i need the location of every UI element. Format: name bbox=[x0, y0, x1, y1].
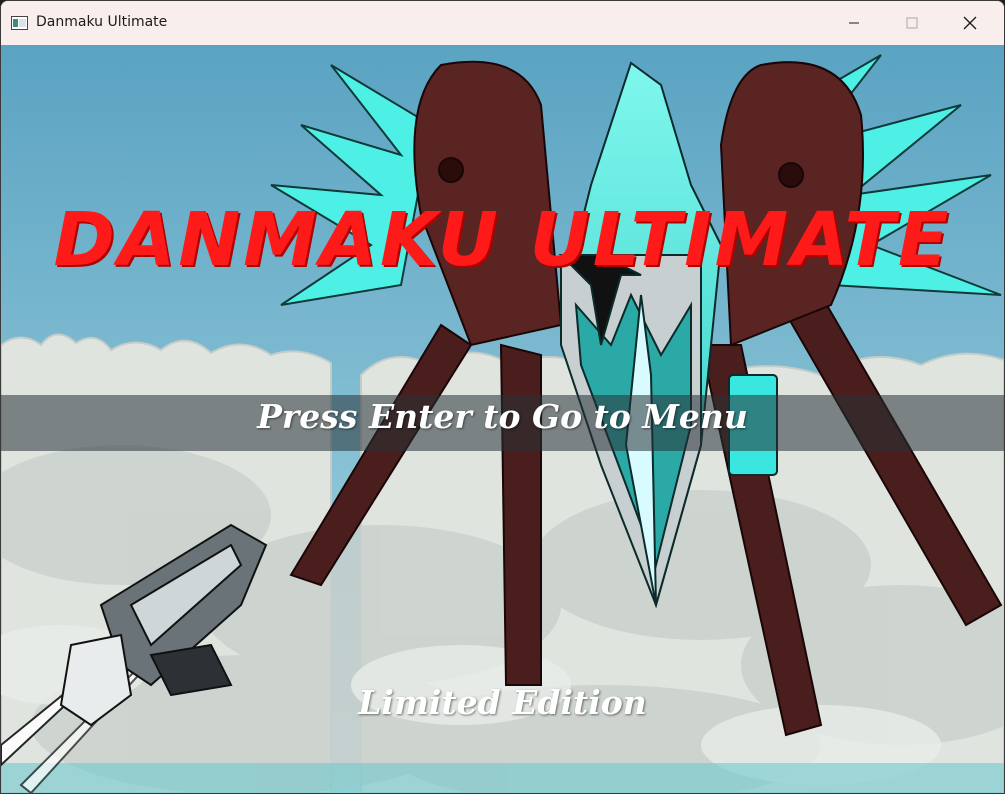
close-icon bbox=[963, 16, 977, 30]
press-enter-prompt[interactable]: Press Enter to Go to Menu bbox=[1, 397, 1004, 436]
minimize-button[interactable] bbox=[825, 1, 883, 45]
close-button[interactable] bbox=[941, 1, 999, 45]
maximize-icon bbox=[906, 17, 918, 29]
game-viewport[interactable]: DANMAKU ULTIMATE Press Enter to Go to Me… bbox=[1, 45, 1004, 793]
game-window: Danmaku Ultimate DANMAKU ULTIMATE Press … bbox=[0, 0, 1005, 794]
edition-label: Limited Edition bbox=[358, 683, 647, 722]
game-title: DANMAKU ULTIMATE bbox=[53, 197, 952, 283]
window-title: Danmaku Ultimate bbox=[36, 14, 168, 30]
minimize-icon bbox=[849, 22, 859, 24]
maximize-button[interactable] bbox=[883, 1, 941, 45]
title-bar[interactable]: Danmaku Ultimate bbox=[1, 1, 1004, 45]
window-app-icon bbox=[11, 16, 28, 30]
